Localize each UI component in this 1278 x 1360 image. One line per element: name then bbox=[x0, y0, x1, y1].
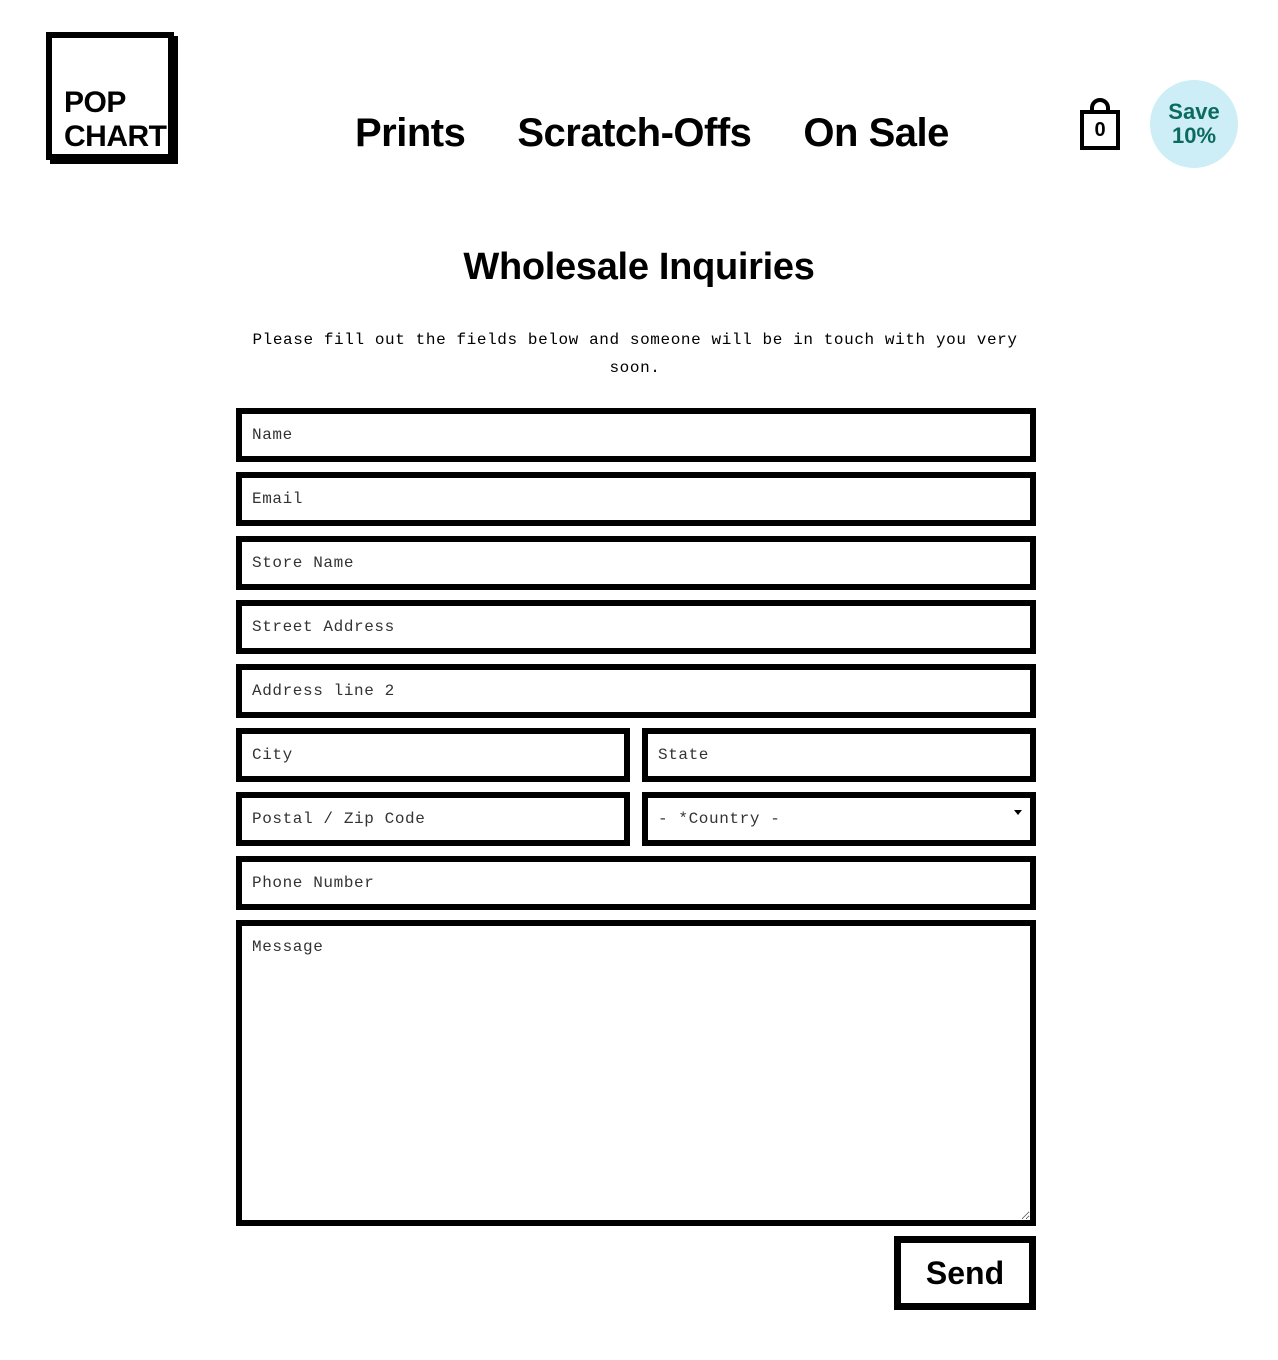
street-address-input[interactable] bbox=[236, 600, 1036, 654]
cart-button[interactable]: 0 bbox=[1080, 98, 1120, 150]
intro-text: Please fill out the fields below and som… bbox=[252, 331, 1018, 377]
site-header: POP CHART Prints Scratch-Offs On Sale 0 … bbox=[0, 0, 1278, 200]
address-line-2-input[interactable] bbox=[236, 664, 1036, 718]
save-10-badge[interactable]: Save 10% bbox=[1150, 80, 1238, 168]
state-input[interactable] bbox=[642, 728, 1036, 782]
page-title: Wholesale Inquiries bbox=[463, 246, 815, 288]
save-badge-line-2: 10% bbox=[1171, 123, 1217, 148]
nav-item-scratch-offs[interactable]: Scratch-Offs bbox=[517, 108, 752, 158]
country-select-wrapper: - *Country - bbox=[642, 792, 1036, 846]
logo-line-2: CHART bbox=[64, 120, 167, 153]
nav-item-on-sale[interactable]: On Sale bbox=[803, 108, 949, 158]
name-input[interactable] bbox=[236, 408, 1036, 462]
send-button[interactable]: Send bbox=[894, 1236, 1036, 1310]
email-input[interactable] bbox=[236, 472, 1036, 526]
logo-line-1: POP bbox=[64, 86, 126, 119]
main-nav: Prints Scratch-Offs On Sale bbox=[355, 108, 949, 158]
save-badge-line-1: Save bbox=[1168, 99, 1220, 124]
cart-count: 0 bbox=[1094, 119, 1106, 141]
phone-number-input[interactable] bbox=[236, 856, 1036, 910]
city-state-row bbox=[236, 728, 1036, 792]
zip-code-input[interactable] bbox=[236, 792, 630, 846]
logo-inner: POP CHART bbox=[52, 38, 168, 154]
pop-chart-logo[interactable]: POP CHART bbox=[46, 32, 174, 160]
wholesale-form: - *Country - Send bbox=[236, 408, 1036, 1310]
message-textarea[interactable] bbox=[236, 920, 1036, 1226]
nav-item-prints[interactable]: Prints bbox=[355, 108, 466, 158]
store-name-input[interactable] bbox=[236, 536, 1036, 590]
zip-country-row: - *Country - bbox=[236, 792, 1036, 856]
logo-text: POP CHART bbox=[64, 86, 167, 154]
country-select[interactable]: - *Country - bbox=[642, 792, 1036, 846]
city-input[interactable] bbox=[236, 728, 630, 782]
